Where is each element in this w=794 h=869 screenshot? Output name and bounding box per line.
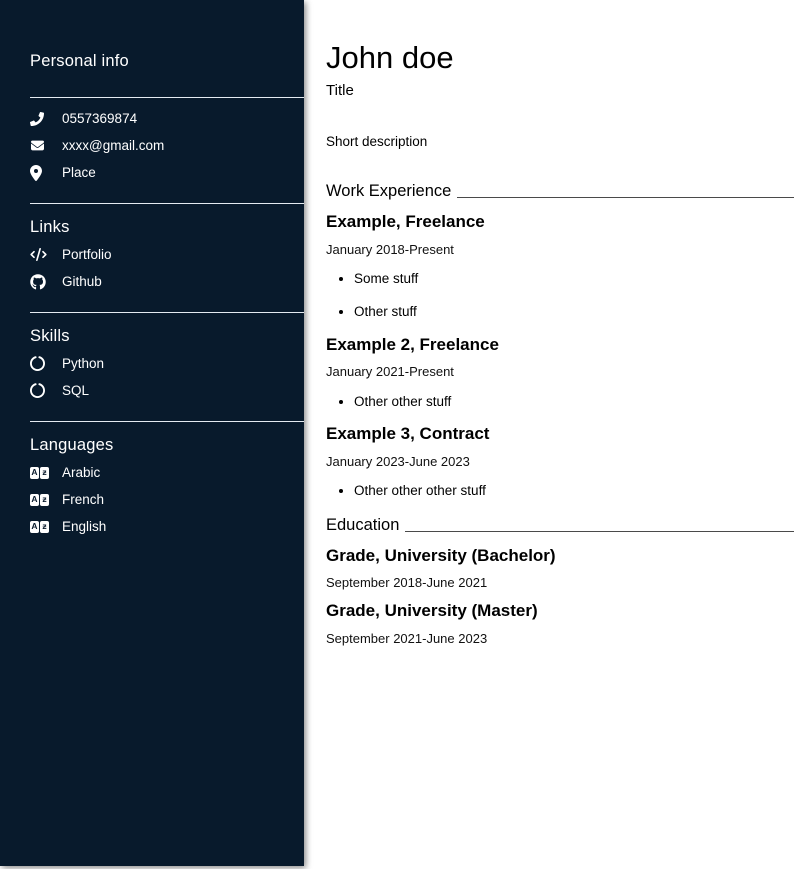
circle-notch-icon <box>30 383 62 398</box>
job-title: Title <box>326 83 794 100</box>
circle-notch-icon <box>30 356 62 371</box>
skills-heading: Skills <box>30 327 304 346</box>
summary-text: Short description <box>326 135 794 150</box>
skill-item-python: Python <box>30 350 304 377</box>
languages-list: Arabic French English <box>30 459 304 540</box>
skill-label: SQL <box>62 384 89 398</box>
contact-item-phone: 0557369874 <box>30 105 304 132</box>
language-item-english: English <box>30 513 304 540</box>
links-heading: Links <box>30 218 304 237</box>
language-label: English <box>62 520 106 534</box>
languages-heading: Languages <box>30 436 304 455</box>
personal-info-heading: Personal info <box>30 52 304 71</box>
sidebar-divider <box>30 421 304 422</box>
skills-list: Python SQL <box>30 350 304 404</box>
bullet-item: Some stuff <box>354 272 794 286</box>
section-heading-label: Education <box>326 516 399 535</box>
place-value: Place <box>62 166 96 180</box>
sidebar: Personal info 0557369874 xxxx@gmail.com … <box>0 0 304 866</box>
bullet-item: Other other other stuff <box>354 484 794 498</box>
portfolio-link-label: Portfolio <box>62 248 112 262</box>
entry-title: Example 2, Freelance <box>326 336 794 355</box>
main-content: John doe Title Short description Work Ex… <box>304 0 794 869</box>
skill-label: Python <box>62 357 104 371</box>
link-item-github[interactable]: Github <box>30 268 304 295</box>
sidebar-divider <box>30 97 304 98</box>
language-label: Arabic <box>62 466 100 480</box>
entry-title: Example, Freelance <box>326 213 794 232</box>
bullet-item: Other stuff <box>354 305 794 319</box>
link-item-portfolio[interactable]: Portfolio <box>30 241 304 268</box>
entry-title: Example 3, Contract <box>326 425 794 444</box>
bullet-item: Other other stuff <box>354 395 794 409</box>
entry-title: Grade, University (Master) <box>326 602 794 621</box>
phone-icon <box>30 112 62 126</box>
page-title: John doe <box>326 42 794 75</box>
entry-dates: September 2021-June 2023 <box>326 632 794 646</box>
entry-title: Grade, University (Bachelor) <box>326 547 794 566</box>
language-item-arabic: Arabic <box>30 459 304 486</box>
section-heading-label: Work Experience <box>326 182 451 201</box>
language-item-french: French <box>30 486 304 513</box>
resume-page: Personal info 0557369874 xxxx@gmail.com … <box>0 0 794 869</box>
language-icon <box>30 494 62 506</box>
code-icon <box>30 248 62 261</box>
section-heading-education: Education <box>326 516 794 535</box>
location-pin-icon <box>30 165 62 181</box>
email-address: xxxx@gmail.com <box>62 139 164 153</box>
contact-list: 0557369874 xxxx@gmail.com Place <box>30 105 304 186</box>
section-rule <box>457 197 794 198</box>
envelope-icon <box>30 139 62 152</box>
entry-dates: January 2018-Present <box>326 243 794 257</box>
sidebar-divider <box>30 203 304 204</box>
language-label: French <box>62 493 104 507</box>
contact-item-place: Place <box>30 159 304 186</box>
section-rule <box>405 531 794 532</box>
language-icon <box>30 521 62 533</box>
entry-dates: January 2023-June 2023 <box>326 455 794 469</box>
sidebar-divider <box>30 312 304 313</box>
github-icon <box>30 274 62 290</box>
section-heading-work-experience: Work Experience <box>326 182 794 201</box>
entry-bullets: Other other stuff <box>326 395 794 409</box>
phone-number: 0557369874 <box>62 112 137 126</box>
language-icon <box>30 467 62 479</box>
links-list: Portfolio Github <box>30 241 304 295</box>
entry-dates: January 2021-Present <box>326 365 794 379</box>
github-link-label: Github <box>62 275 102 289</box>
entry-dates: September 2018-June 2021 <box>326 576 794 590</box>
entry-bullets: Some stuff Other stuff <box>326 272 794 319</box>
contact-item-email[interactable]: xxxx@gmail.com <box>30 132 304 159</box>
skill-item-sql: SQL <box>30 377 304 404</box>
entry-bullets: Other other other stuff <box>326 484 794 498</box>
